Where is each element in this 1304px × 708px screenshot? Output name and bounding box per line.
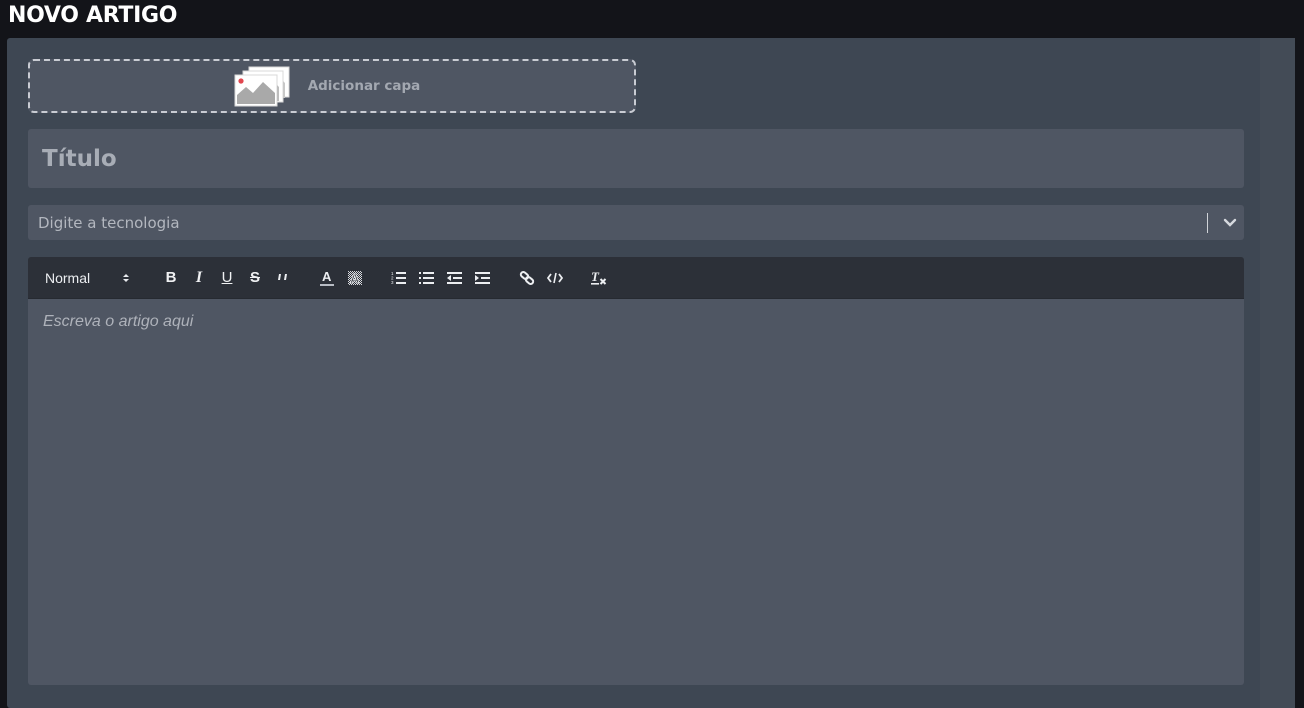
strike-button[interactable]: S (241, 266, 269, 290)
quote-icon (278, 273, 287, 280)
updown-arrows-icon (123, 273, 129, 282)
italic-button[interactable]: I (185, 266, 213, 290)
svg-text:3: 3 (391, 280, 394, 285)
outdent-button[interactable] (441, 266, 469, 290)
blockquote-button[interactable] (269, 266, 297, 290)
svg-text:A: A (322, 269, 332, 284)
page-title: NOVO ARTIGO (8, 3, 178, 28)
chevron-down-icon (1223, 218, 1237, 227)
article-editor: Normal B I U S A A 1 2 3 T Escreva o art… (28, 257, 1244, 685)
add-cover-button[interactable]: Adicionar capa (28, 59, 636, 113)
select-separator (1207, 212, 1208, 233)
ordered-list-button[interactable]: 1 2 3 (385, 266, 413, 290)
bold-button[interactable]: B (157, 266, 185, 290)
code-button[interactable] (541, 266, 569, 290)
ordered-list-icon: 1 2 3 (391, 271, 406, 285)
background-color-button[interactable]: A (341, 266, 369, 290)
svg-text:A: A (350, 271, 360, 286)
panel-scroll-track (1260, 38, 1295, 708)
link-button[interactable] (513, 266, 541, 290)
article-form-panel: Adicionar capa Normal B I U S (7, 38, 1295, 708)
bullet-list-icon (419, 271, 434, 284)
heading-select-value: Normal (45, 269, 91, 286)
indent-button[interactable] (469, 266, 497, 290)
underline-button[interactable]: U (213, 266, 241, 290)
add-cover-label: Adicionar capa (307, 78, 421, 94)
article-content-editor[interactable]: Escreva o artigo aqui (28, 299, 1244, 685)
editor-toolbar: Normal B I U S A A 1 2 3 T (28, 257, 1244, 299)
editor-placeholder: Escreva o artigo aqui (43, 313, 194, 330)
title-input[interactable] (28, 129, 1244, 188)
svg-text:T: T (591, 270, 600, 284)
image-stack-icon (234, 66, 290, 107)
technology-select[interactable] (28, 205, 1244, 240)
highlight-icon: A (348, 270, 362, 286)
technology-input[interactable] (28, 205, 1207, 240)
text-color-icon: A (320, 269, 334, 286)
indent-icon (475, 271, 490, 284)
bullet-list-button[interactable] (413, 266, 441, 290)
code-icon (547, 272, 563, 283)
clear-format-button[interactable]: T (585, 266, 613, 290)
text-color-button[interactable]: A (313, 266, 341, 290)
dropdown-toggle[interactable] (1216, 205, 1244, 240)
outdent-icon (447, 271, 462, 284)
link-icon (519, 270, 535, 285)
clear-format-icon: T (591, 270, 607, 285)
heading-select[interactable]: Normal (45, 266, 131, 290)
